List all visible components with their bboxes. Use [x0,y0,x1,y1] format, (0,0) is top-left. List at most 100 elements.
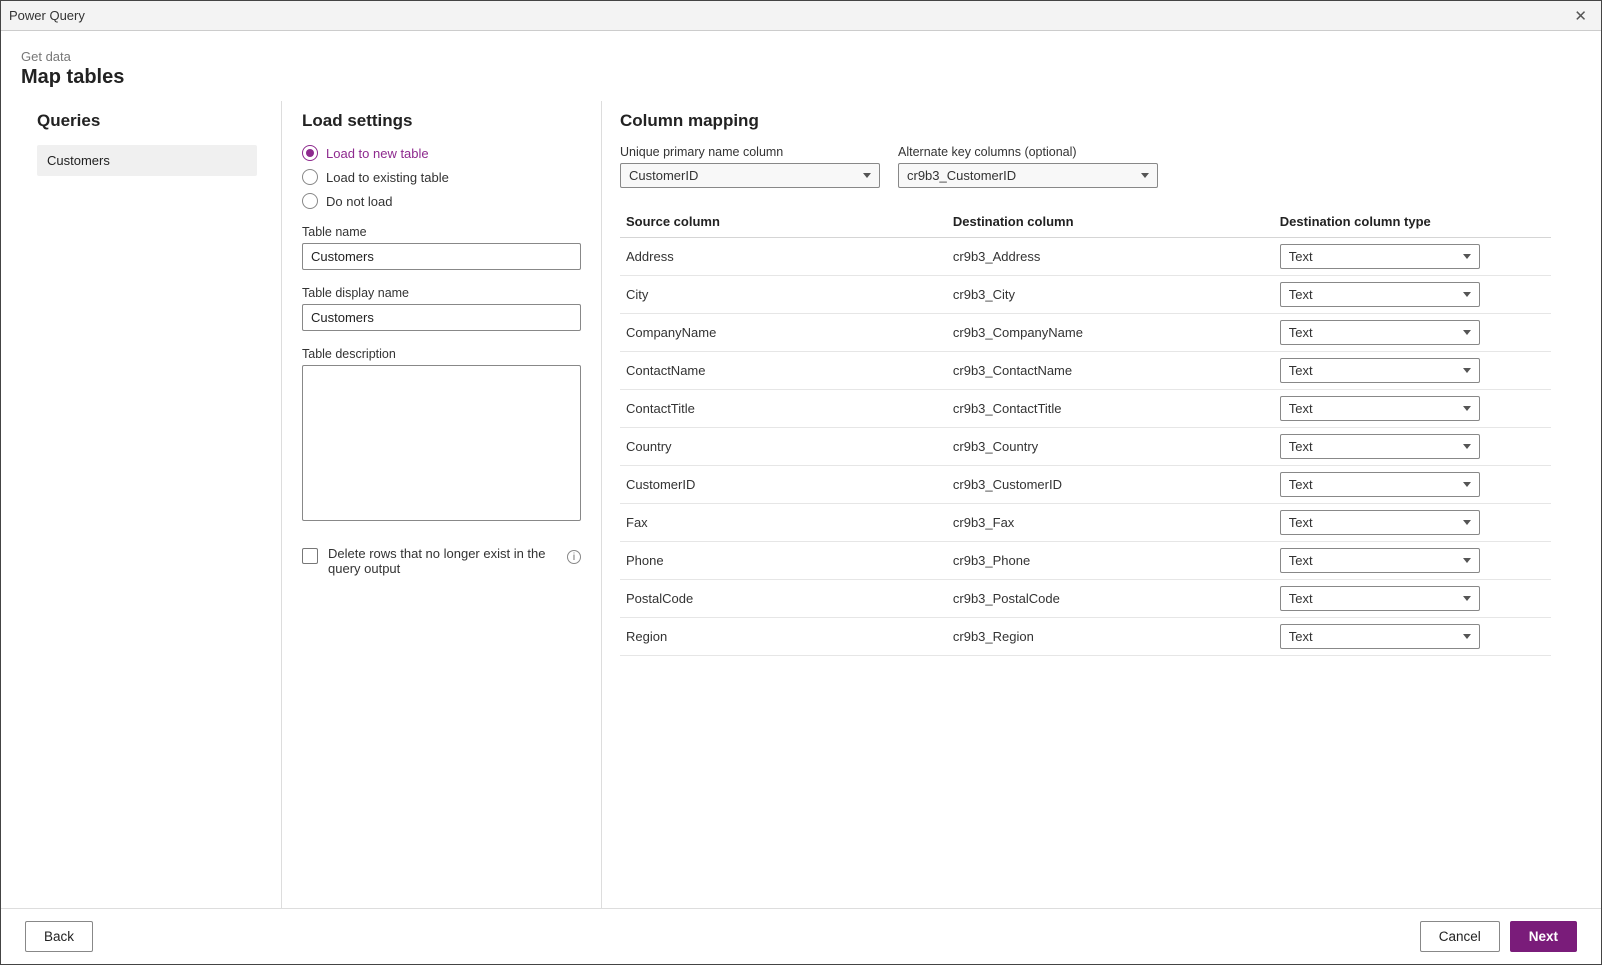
source-column-cell: Region [620,618,947,656]
table-name-label: Table name [302,225,581,239]
header-type: Destination column type [1274,206,1551,238]
type-cell: Text [1274,618,1551,656]
chevron-down-icon [1463,406,1471,411]
type-select[interactable]: Text [1280,472,1480,497]
type-value: Text [1289,629,1313,644]
load-settings-panel: Load settings Load to new table Load to … [281,101,601,908]
type-select[interactable]: Text [1280,396,1480,421]
source-column-cell: Address [620,238,947,276]
type-cell: Text [1274,352,1551,390]
type-select[interactable]: Text [1280,320,1480,345]
source-column-cell: Country [620,428,947,466]
source-column-cell: CustomerID [620,466,947,504]
dest-column-cell: cr9b3_City [947,276,1274,314]
type-select[interactable]: Text [1280,624,1480,649]
radio-icon [302,169,318,185]
page-title: Map tables [21,66,1581,89]
type-value: Text [1289,249,1313,264]
dest-column-cell: cr9b3_CustomerID [947,466,1274,504]
chevron-down-icon [1463,444,1471,449]
column-mapping-panel: Column mapping Unique primary name colum… [601,101,1601,908]
type-value: Text [1289,401,1313,416]
type-cell: Text [1274,580,1551,618]
delete-rows-checkbox[interactable] [302,548,318,564]
mapping-header-row: Source column Destination column Destina… [620,206,1551,238]
radio-label: Load to existing table [326,170,449,185]
table-display-input[interactable] [302,304,581,331]
primary-column-select[interactable]: CustomerID [620,163,880,188]
type-select[interactable]: Text [1280,586,1480,611]
type-cell: Text [1274,390,1551,428]
dest-column-cell: cr9b3_Address [947,238,1274,276]
type-value: Text [1289,553,1313,568]
back-button[interactable]: Back [25,921,93,952]
type-select[interactable]: Text [1280,548,1480,573]
type-select[interactable]: Text [1280,244,1480,269]
type-cell: Text [1274,504,1551,542]
table-row: Faxcr9b3_Fax Text [620,504,1551,542]
source-column-cell: Phone [620,542,947,580]
type-select[interactable]: Text [1280,282,1480,307]
breadcrumb: Get data [21,49,1581,64]
radio-load-new[interactable]: Load to new table [302,145,581,161]
table-name-input[interactable] [302,243,581,270]
chevron-down-icon [1463,368,1471,373]
type-value: Text [1289,515,1313,530]
primary-column-label: Unique primary name column [620,145,880,159]
type-cell: Text [1274,466,1551,504]
dest-column-cell: cr9b3_Fax [947,504,1274,542]
query-item-customers[interactable]: Customers [37,145,257,176]
info-icon[interactable]: i [567,550,581,564]
radio-load-existing[interactable]: Load to existing table [302,169,581,185]
type-value: Text [1289,439,1313,454]
table-row: ContactTitlecr9b3_ContactTitleText [620,390,1551,428]
table-row: CompanyNamecr9b3_CompanyNameText [620,314,1551,352]
header: Get data Map tables [1,31,1601,101]
chevron-down-icon [1463,520,1471,525]
alt-key-value: cr9b3_CustomerID [907,168,1016,183]
header-dest: Destination column [947,206,1274,238]
dest-column-cell: cr9b3_Region [947,618,1274,656]
type-select[interactable]: Text [1280,434,1480,459]
chevron-down-icon [1463,482,1471,487]
dest-column-cell: cr9b3_ContactTitle [947,390,1274,428]
radio-label: Load to new table [326,146,429,161]
type-value: Text [1289,477,1313,492]
window-title: Power Query [9,8,85,23]
chevron-down-icon [1463,596,1471,601]
chevron-down-icon [1141,173,1149,178]
type-value: Text [1289,287,1313,302]
source-column-cell: PostalCode [620,580,947,618]
radio-icon [302,145,318,161]
dest-column-cell: cr9b3_Country [947,428,1274,466]
source-column-cell: Fax [620,504,947,542]
cancel-button[interactable]: Cancel [1420,921,1500,952]
type-select[interactable]: Text [1280,510,1480,535]
source-column-cell: ContactName [620,352,947,390]
queries-panel: Queries Customers [9,101,281,908]
alt-key-select[interactable]: cr9b3_CustomerID [898,163,1158,188]
chevron-down-icon [1463,254,1471,259]
close-icon[interactable]: ✕ [1568,7,1593,25]
source-column-cell: CompanyName [620,314,947,352]
table-display-label: Table display name [302,286,581,300]
chevron-down-icon [863,173,871,178]
table-desc-input[interactable] [302,365,581,521]
type-value: Text [1289,591,1313,606]
dest-column-cell: cr9b3_PostalCode [947,580,1274,618]
type-cell: Text [1274,238,1551,276]
footer-right: Cancel Next [1420,921,1577,952]
header-source: Source column [620,206,947,238]
column-mapping-title: Column mapping [620,111,1551,131]
delete-rows-row: Delete rows that no longer exist in the … [302,546,581,576]
next-button[interactable]: Next [1510,921,1577,952]
chevron-down-icon [1463,558,1471,563]
queries-title: Queries [37,111,267,131]
radio-do-not-load[interactable]: Do not load [302,193,581,209]
source-column-cell: City [620,276,947,314]
dest-column-cell: cr9b3_Phone [947,542,1274,580]
footer: Back Cancel Next [1,908,1601,964]
delete-rows-label: Delete rows that no longer exist in the … [328,546,557,576]
type-select[interactable]: Text [1280,358,1480,383]
alt-key-group: Alternate key columns (optional) cr9b3_C… [898,145,1158,188]
